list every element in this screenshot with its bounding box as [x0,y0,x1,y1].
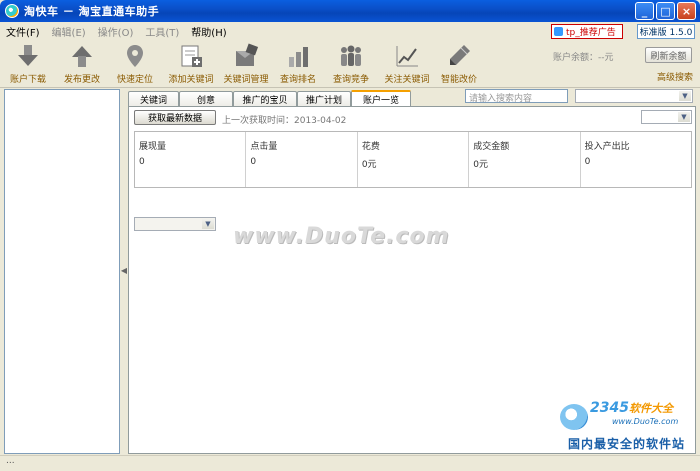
left-tree-panel[interactable] [4,89,120,454]
window-controls: _ □ × [635,2,696,20]
logo-slogan: 国内最安全的软件站 [568,437,686,451]
menu-help[interactable]: 帮助(H) [185,24,232,39]
period-dropdown[interactable]: ▼ [641,110,692,124]
stat-label: 成交金额 [473,142,510,152]
toolbar-label: 发布更改 [63,75,100,85]
tab-promoted-items[interactable]: 推广的宝贝 [233,91,297,107]
version-badge[interactable]: 标准版 1.5.0 [637,24,695,39]
toolbar-rank-query-button[interactable]: 查询排名 [270,42,326,86]
minimize-button[interactable]: _ [635,2,654,20]
mascot-icon [560,404,588,430]
toolbar-label: 添加关键词 [168,75,214,85]
status-bar: ... [0,455,700,471]
menu-operate[interactable]: 操作(O) [92,24,140,39]
toolbar-label: 关键词管理 [223,75,269,85]
window-title: 淘快车 － 淘宝直通车助手 [24,5,160,18]
stat-label: 花费 [361,142,380,152]
chevron-down-icon: ▼ [202,219,214,229]
stat-impressions: 展现量 0 [135,132,247,187]
ad-icon [554,27,563,36]
toolbar-download-button[interactable]: 账户下载 [0,42,56,86]
last-fetch-time: 上一次获取时间：2013-04-02 [222,116,347,126]
toolbar-label: 关注关键词 [384,75,430,85]
add-keyword-icon [177,42,205,70]
toolbar-follow-keyword-button[interactable]: 关注关键词 [379,42,435,86]
title-bar: 淘快车 － 淘宝直通车助手 _ □ × [0,0,700,22]
toolbar-label: 账户下载 [9,75,46,85]
people-icon [337,42,365,70]
tab-keywords[interactable]: 关键词 [128,91,179,107]
toolbar: 账户下载 发布更改 快速定位 添加关键词 关键词管理 查询排名 查询竞争 关注关… [0,40,700,88]
watermark: www.DuoTe.com [233,224,450,249]
toolbar-competition-query-button[interactable]: 查询竞争 [323,42,379,86]
stat-sales: 成交金额 0元 [469,132,581,187]
maximize-button[interactable]: □ [656,2,675,20]
stat-value: 0 [139,157,145,167]
advanced-search-link[interactable]: 高级搜索 [657,70,693,83]
fetch-latest-data-button[interactable]: 获取最新数据 [134,110,216,125]
tab-strip: 关键词 创意 推广的宝贝 推广计划 账户一览 [128,90,411,107]
menu-edit[interactable]: 编辑(E) [46,24,92,39]
pen-icon [445,42,473,70]
logo-number-text: 2345 [590,400,629,416]
tab-account-overview[interactable]: 账户一览 [351,90,411,107]
menu-tools[interactable]: 工具(T) [139,24,185,39]
stat-label: 点击量 [250,142,278,152]
toolbar-keyword-manage-button[interactable]: 关键词管理 [218,42,274,86]
stat-cost: 花费 0元 [358,132,470,187]
panel-splitter[interactable]: ◀ [121,240,127,300]
chevron-down-icon: ▼ [679,91,691,101]
stat-value: 0 [584,157,591,167]
chart-type-dropdown[interactable]: ▼ [134,217,216,231]
refresh-balance-button[interactable]: 刷新余额 [645,47,692,63]
stat-value: 0元 [473,160,488,170]
stat-roi: 投入产出比 0 [581,132,691,187]
map-pin-icon [121,42,149,70]
stats-table: 展现量 0 点击量 0 花费 0元 成交金额 0元 投入产出比 0 [134,131,692,188]
ad-badge[interactable]: tp_推荐广告 [551,24,623,39]
filter-dropdown[interactable]: ▼ [575,89,693,103]
trend-line-icon [393,42,421,70]
logo-number: 2345软件大全 [590,400,673,416]
menu-file[interactable]: 文件(F) [0,24,46,39]
stat-clicks: 点击量 0 [246,132,358,187]
toolbar-label: 快速定位 [116,75,153,85]
upload-arrow-icon [68,42,96,70]
stat-value: 0元 [361,160,377,170]
logo-category-text: 软件大全 [628,402,673,415]
toolbar-smart-price-button[interactable]: 智能改价 [431,42,487,86]
account-balance: 账户余额：--元 [553,53,614,63]
download-arrow-icon [14,42,42,70]
toolbar-label: 智能改价 [440,75,477,85]
app-icon [5,4,19,18]
stat-value: 0 [250,157,257,167]
search-input[interactable]: 请输入搜索内容 [465,89,568,104]
keyword-manage-icon [232,42,260,70]
toolbar-publish-button[interactable]: 发布更改 [54,42,110,86]
close-button[interactable]: × [677,2,696,20]
bar-chart-icon [284,42,312,70]
tab-campaigns[interactable]: 推广计划 [297,91,351,107]
toolbar-label: 查询排名 [279,75,316,85]
ad-badge-label: tp_推荐广告 [566,28,616,38]
stat-label: 投入产出比 [584,142,630,152]
collapse-arrow-icon: ◀ [120,265,128,275]
site-logo: 2345软件大全 www.DuoTe.com 国内最安全的软件站 [560,400,696,452]
logo-site: www.DuoTe.com [612,417,679,426]
tab-creatives[interactable]: 创意 [179,91,233,107]
toolbar-add-keyword-button[interactable]: 添加关键词 [163,42,219,86]
stat-label: 展现量 [139,142,167,152]
toolbar-locate-button[interactable]: 快速定位 [107,42,163,86]
chevron-down-icon: ▼ [678,112,690,122]
toolbar-label: 查询竞争 [332,75,369,85]
